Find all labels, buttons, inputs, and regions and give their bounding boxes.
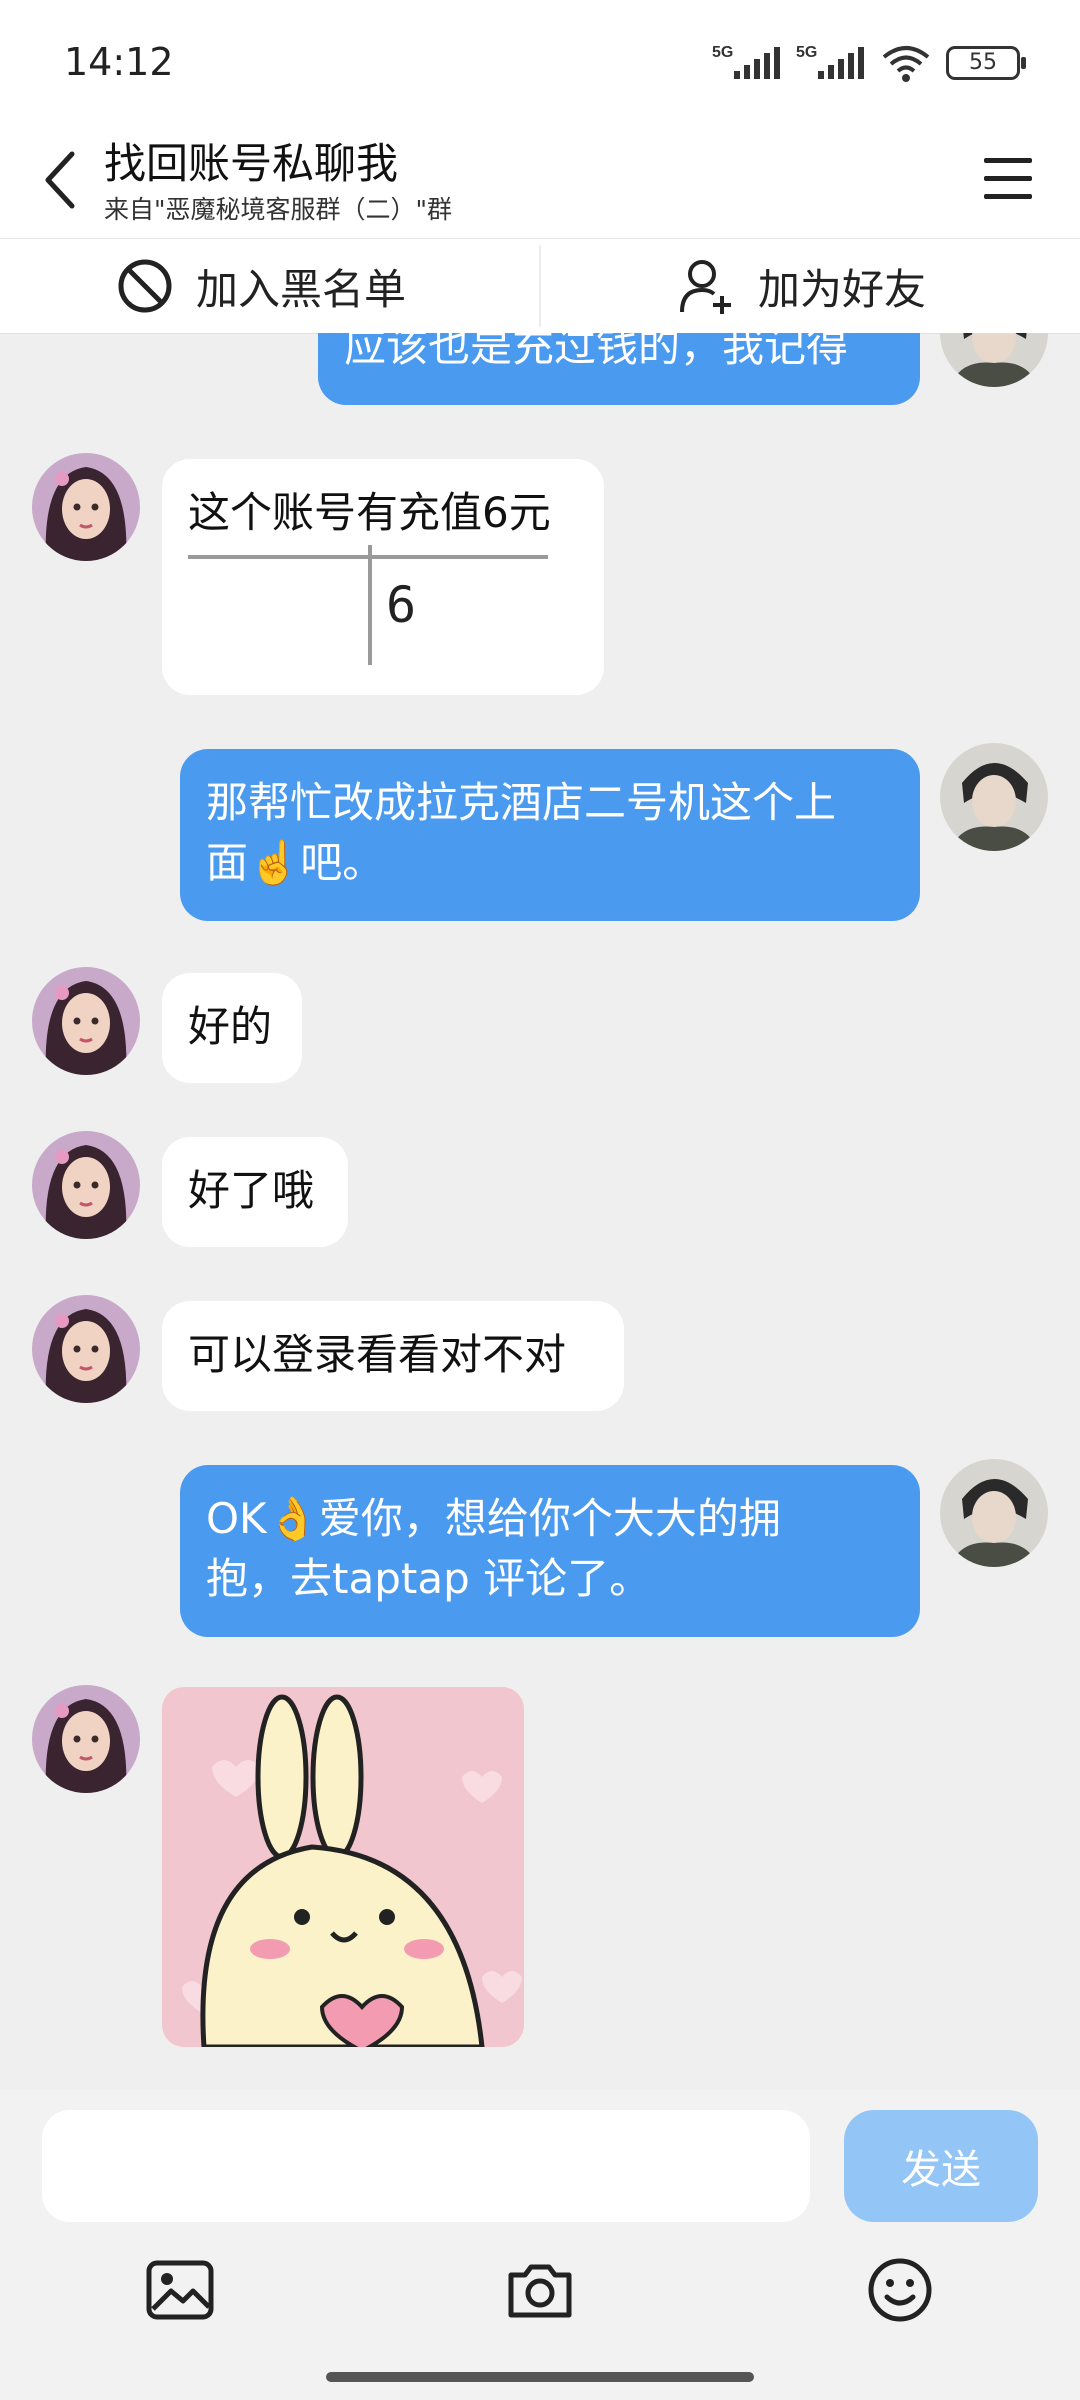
chevron-left-icon	[45, 151, 75, 209]
message-text: 应该也是充过钱的，我记得	[344, 333, 849, 371]
my-avatar[interactable]	[940, 333, 1048, 387]
block-button[interactable]: 加入黑名单	[116, 239, 406, 333]
image-icon	[146, 2260, 214, 2320]
network-label-1: 5G	[712, 44, 733, 61]
smiley-icon	[868, 2258, 932, 2322]
network-label-2: 5G	[796, 44, 817, 61]
composer: 发送	[0, 2090, 1080, 2400]
signal-5g-icon: 5G	[712, 44, 780, 79]
table-value: 6	[386, 576, 417, 634]
my-avatar[interactable]	[940, 1459, 1048, 1567]
message-text-line-2: 面☝️吧。	[206, 838, 385, 887]
block-label: 加入黑名单	[196, 264, 407, 314]
camera-icon	[508, 2264, 572, 2318]
my-avatar[interactable]	[940, 743, 1048, 851]
contact-avatar[interactable]	[32, 1131, 140, 1239]
message-text-line-1: 那帮忙改成拉克酒店二号机这个上	[206, 778, 837, 827]
my-avatar-image	[940, 1459, 1048, 1567]
message-input[interactable]	[42, 2110, 810, 2222]
back-button[interactable]	[30, 140, 90, 220]
message-text-line-2: 抱，去taptap 评论了。	[206, 1554, 652, 1603]
action-divider	[539, 245, 541, 327]
message-text: 好的	[188, 1002, 273, 1051]
hamburger-menu-icon	[984, 158, 1032, 199]
recharge-table-image: 6	[188, 545, 578, 665]
wifi-icon	[882, 46, 930, 82]
contact-avatar[interactable]	[32, 967, 140, 1075]
message-bubble-incoming[interactable]: 好的	[162, 973, 302, 1083]
add-friend-label: 加为好友	[758, 264, 927, 314]
message-text: 好了哦	[188, 1166, 315, 1215]
chat-title: 找回账号私聊我	[104, 139, 399, 188]
chat-header: 找回账号私聊我 来自"恶魔秘境客服群（二）"群	[0, 120, 1080, 238]
status-bar: 14:12 5G 5G 55	[0, 0, 1080, 120]
contact-avatar-image	[32, 1131, 140, 1239]
chat-subtitle: 来自"恶魔秘境客服群（二）"群	[104, 195, 452, 224]
gallery-button[interactable]	[140, 2250, 220, 2330]
emoji-button[interactable]	[860, 2250, 940, 2330]
signal-5g-icon-2: 5G	[796, 44, 864, 79]
contact-avatar[interactable]	[32, 453, 140, 561]
message-bubble-incoming[interactable]: 可以登录看看对不对	[162, 1301, 624, 1411]
contact-avatar-image	[32, 1295, 140, 1403]
add-user-icon	[680, 260, 731, 314]
send-button[interactable]: 发送	[844, 2110, 1038, 2222]
message-bubble-incoming[interactable]: 这个账号有充值6元 6	[162, 459, 604, 695]
chat-messages: 应该也是充过钱的，我记得 这个账号有充值6元 6 那帮忙改成拉克酒店二号机这个上	[0, 333, 1080, 2090]
message-text: 可以登录看看对不对	[188, 1330, 567, 1379]
message-bubble-outgoing[interactable]: OK👌爱你，想给你个大大的拥 抱，去taptap 评论了。	[180, 1465, 920, 1637]
contact-avatar-image	[32, 967, 140, 1075]
add-friend-button[interactable]: 加为好友	[676, 239, 926, 333]
my-avatar-image	[940, 333, 1048, 387]
block-icon	[118, 259, 172, 313]
message-bubble-outgoing[interactable]: 应该也是充过钱的，我记得	[318, 333, 920, 405]
message-bubble-incoming[interactable]: 好了哦	[162, 1137, 348, 1247]
bunny-heart-sticker-image	[162, 1687, 524, 2047]
message-text: 这个账号有充值6元	[188, 488, 551, 537]
bunny-heart-sticker[interactable]	[162, 1687, 524, 2047]
status-icons: 5G 5G 55	[712, 38, 1026, 88]
action-bar: 加入黑名单 加为好友	[0, 238, 1080, 334]
contact-avatar[interactable]	[32, 1295, 140, 1403]
camera-button[interactable]	[500, 2250, 580, 2330]
status-time: 14:12	[64, 40, 174, 84]
my-avatar-image	[940, 743, 1048, 851]
message-bubble-outgoing[interactable]: 那帮忙改成拉克酒店二号机这个上 面☝️吧。	[180, 749, 920, 921]
contact-avatar[interactable]	[32, 1685, 140, 1793]
message-text-line-1: OK👌爱你，想给你个大大的拥	[206, 1494, 781, 1543]
menu-button[interactable]	[976, 148, 1040, 208]
contact-avatar-image	[32, 453, 140, 561]
home-indicator[interactable]	[326, 2372, 754, 2382]
contact-avatar-image	[32, 1685, 140, 1793]
battery-icon: 55	[946, 46, 1026, 80]
